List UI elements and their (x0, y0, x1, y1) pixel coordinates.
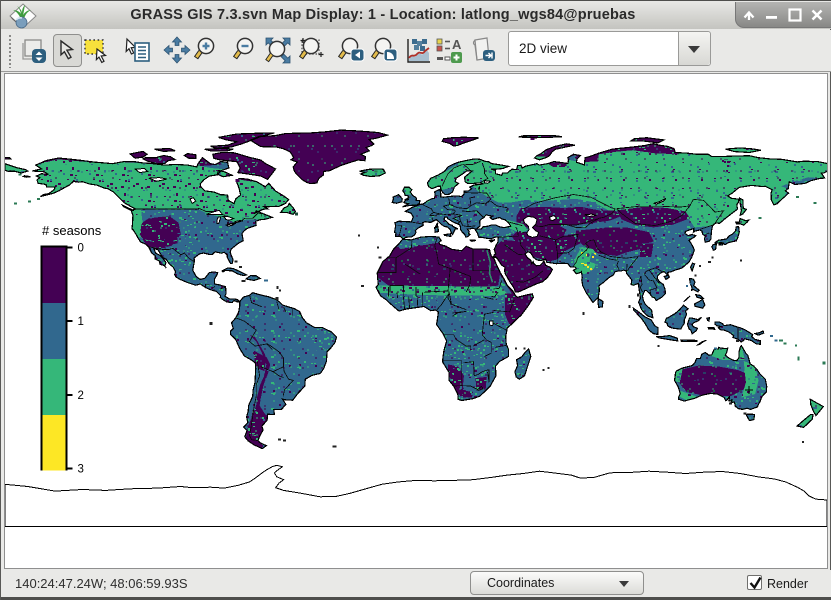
svg-text:3: 3 (78, 464, 84, 476)
svg-text:1: 1 (78, 316, 84, 328)
svg-text:2: 2 (78, 390, 84, 402)
svg-text:# seasons: # seasons (42, 223, 102, 238)
svg-text:0: 0 (78, 243, 84, 255)
svg-text:A: A (452, 37, 462, 52)
